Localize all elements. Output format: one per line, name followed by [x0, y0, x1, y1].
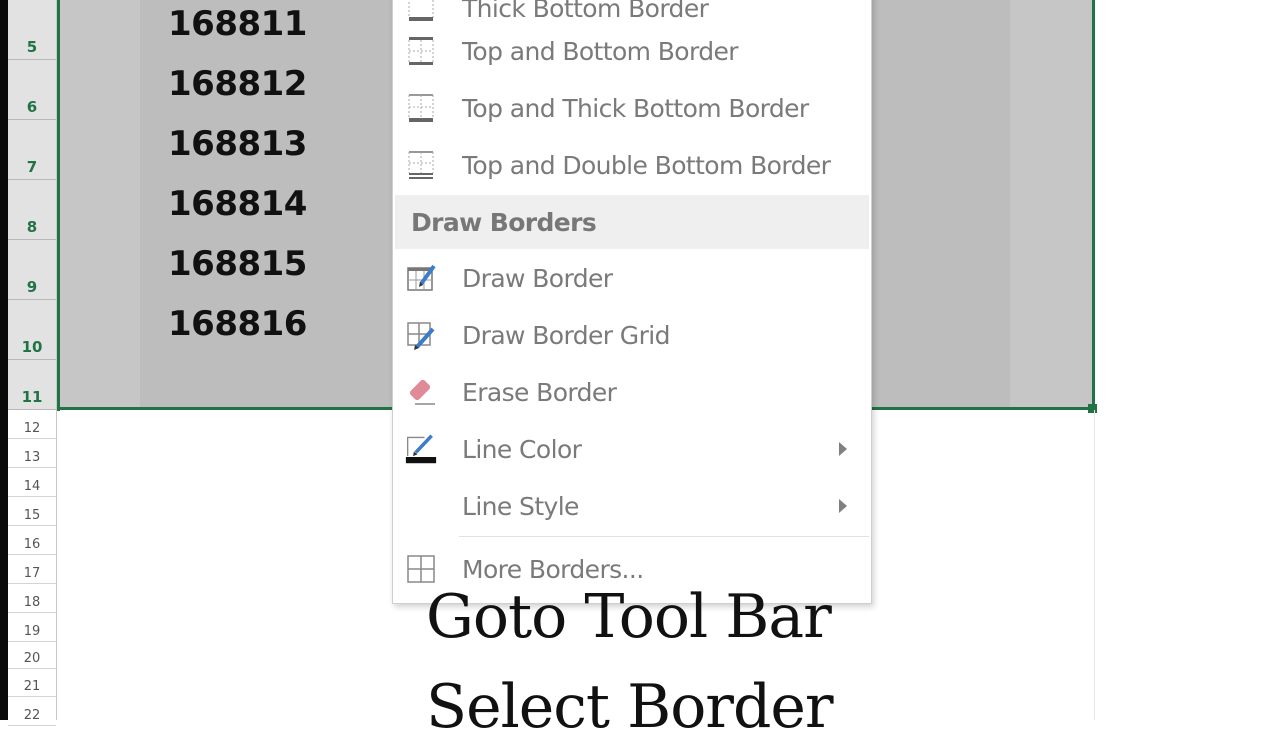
menu-item-label: Line Color: [462, 434, 582, 464]
row-headers: 5 6 7 8 9 10 11 12 13 14 15 16 17 18 19 …: [8, 0, 57, 726]
draw-border-pencil-icon: [405, 262, 437, 294]
menu-item-top-double-bottom-border[interactable]: Top and Double Bottom Border: [393, 138, 871, 192]
top-double-bottom-border-icon: [405, 149, 437, 181]
top-bottom-border-icon: [405, 35, 437, 67]
menu-separator: [459, 536, 869, 537]
menu-item-draw-border[interactable]: Draw Border: [393, 251, 871, 305]
menu-item-label: Thick Bottom Border: [462, 0, 709, 23]
row-header[interactable]: 22: [8, 697, 56, 726]
row-header[interactable]: 18: [8, 584, 56, 613]
row-header[interactable]: 12: [8, 410, 56, 439]
cell-value[interactable]: 168815: [168, 244, 307, 284]
row-header[interactable]: 9: [8, 240, 56, 300]
row-header[interactable]: 10: [8, 300, 56, 360]
row-header[interactable]: 19: [8, 613, 56, 642]
menu-item-label: Draw Border: [462, 263, 613, 293]
fill-handle[interactable]: [1088, 404, 1097, 413]
selection-border: [1092, 0, 1095, 411]
row-header[interactable]: 17: [8, 555, 56, 584]
menu-item-label: Line Style: [462, 491, 579, 521]
selection-border: [57, 0, 60, 411]
row-header[interactable]: 13: [8, 439, 56, 468]
cell-value[interactable]: 168811: [168, 4, 307, 44]
menu-item-label: More Borders...: [462, 554, 644, 584]
submenu-arrow-icon: [839, 442, 847, 456]
submenu-arrow-icon: [839, 499, 847, 513]
cell-value[interactable]: 168812: [168, 64, 307, 104]
row-header[interactable]: 21: [8, 669, 56, 697]
gridline: [1094, 410, 1095, 720]
menu-item-erase-border[interactable]: Erase Border: [393, 365, 871, 419]
column-right-cells[interactable]: [1010, 0, 1094, 410]
row-header[interactable]: 20: [8, 642, 56, 669]
menu-item-line-color[interactable]: Line Color: [393, 422, 871, 476]
row-header[interactable]: 7: [8, 120, 56, 180]
menu-item-label: Draw Border Grid: [462, 320, 670, 350]
section-header-label: Draw Borders: [411, 207, 597, 237]
row-header[interactable]: 14: [8, 468, 56, 497]
top-thick-bottom-border-icon: [405, 92, 437, 124]
row-header[interactable]: 11: [8, 360, 56, 410]
row-header[interactable]: 15: [8, 497, 56, 526]
cell-value[interactable]: 168816: [168, 304, 307, 344]
menu-item-line-style[interactable]: Line Style: [393, 479, 871, 533]
menu-item-top-thick-bottom-border[interactable]: Top and Thick Bottom Border: [393, 81, 871, 135]
menu-item-draw-border-grid[interactable]: Draw Border Grid: [393, 308, 871, 362]
video-frame-edge: [0, 0, 8, 720]
cell-value[interactable]: 168813: [168, 124, 307, 164]
menu-item-label: Erase Border: [462, 377, 617, 407]
column-a-cells[interactable]: [58, 0, 140, 410]
cell-value[interactable]: 168814: [168, 184, 307, 224]
row-header[interactable]: 5: [8, 0, 56, 60]
menu-item-top-bottom-border[interactable]: Top and Bottom Border: [393, 24, 871, 78]
draw-border-grid-icon: [405, 319, 437, 351]
row-header[interactable]: 16: [8, 526, 56, 555]
draw-borders-section-header: Draw Borders: [395, 195, 869, 249]
menu-item-label: Top and Double Bottom Border: [462, 150, 831, 180]
row-header[interactable]: 6: [8, 60, 56, 120]
all-borders-grid-icon: [405, 553, 437, 585]
menu-item-label: Top and Bottom Border: [462, 36, 739, 66]
caption-line-2: Select Border: [426, 672, 834, 742]
menu-item-label: Top and Thick Bottom Border: [462, 93, 809, 123]
thick-bottom-border-icon: [405, 0, 437, 24]
caption-line-1: Goto Tool Bar: [426, 582, 832, 652]
line-color-icon: [405, 433, 437, 465]
row-header[interactable]: 8: [8, 180, 56, 240]
eraser-icon: [405, 376, 437, 408]
borders-dropdown-menu: Thick Bottom Border Top and Bottom Borde…: [392, 0, 872, 604]
